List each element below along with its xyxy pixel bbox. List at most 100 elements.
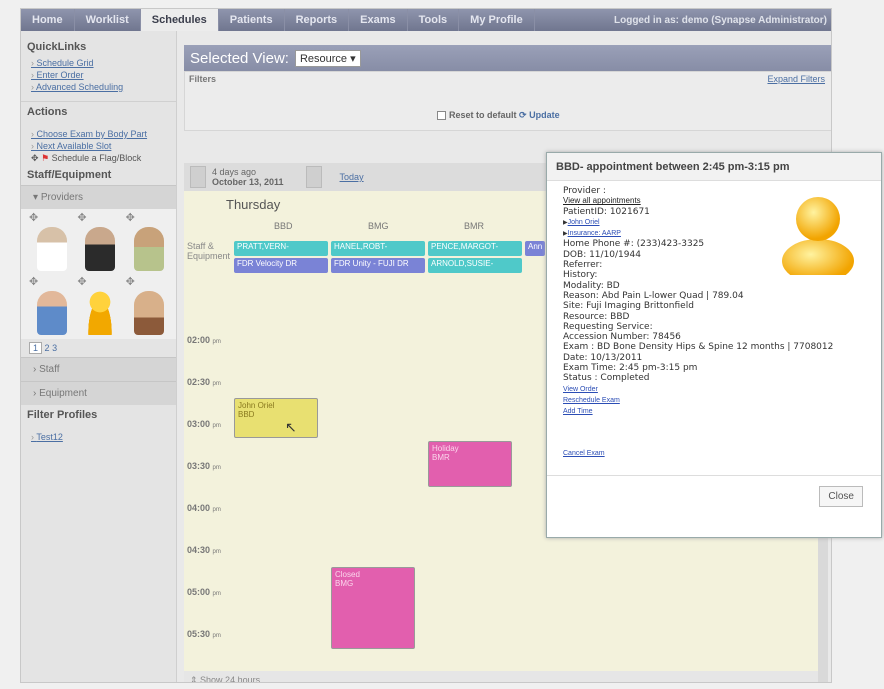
tab-reports[interactable]: Reports (285, 9, 350, 31)
time-suffix: pm (212, 633, 221, 639)
time-label: 02:30 pm (187, 377, 221, 387)
provider-photos: ✥ ✥ ✥ ✥ ✥ ✥ (21, 209, 176, 339)
appointment-name: Holiday (432, 444, 459, 453)
staff-chip[interactable]: PENCE,MARGOT- (428, 241, 522, 256)
insurance-link[interactable]: Insurance: AARP (568, 230, 621, 237)
staff-section[interactable]: › Staff (21, 357, 176, 381)
today-link[interactable]: Today (340, 172, 364, 182)
login-status: Logged in as: demo (Synapse Administrato… (614, 14, 827, 26)
tab-tools[interactable]: Tools (408, 9, 460, 31)
staff-chip[interactable]: PRATT,VERN- (234, 241, 328, 256)
detail-line: Site: Fuji Imaging Brittonfield (563, 301, 694, 312)
equipment-section[interactable]: › Equipment (21, 381, 176, 405)
actions-heading: Actions (21, 101, 176, 122)
drag-handle-icon[interactable]: ✥ (126, 211, 135, 224)
user-icon (782, 197, 854, 275)
move-icon: ✥ (31, 153, 39, 163)
update-button[interactable]: ⟳ Update (519, 110, 560, 120)
drag-handle-icon[interactable]: ✥ (29, 275, 38, 288)
tab-my-profile[interactable]: My Profile (459, 9, 535, 31)
time-label: 03:00 pm (187, 419, 221, 429)
staff-chip[interactable]: HANEL,ROBT- (331, 241, 425, 256)
choose-exam-link[interactable]: Choose Exam by Body Part (21, 128, 176, 140)
show-24-label: Show 24 hours... (200, 675, 268, 683)
advanced-scheduling-link[interactable]: Advanced Scheduling (21, 81, 176, 93)
avatar (85, 227, 116, 271)
schedule-grid-link[interactable]: Schedule Grid (21, 57, 176, 69)
patient-link[interactable]: John Oriel (568, 219, 600, 226)
time-label: 02:00 pm (187, 335, 221, 345)
page-2[interactable]: 2 (45, 343, 50, 353)
tab-schedules[interactable]: Schedules (140, 9, 219, 31)
time-text: 04:30 (187, 545, 211, 555)
next-day-button[interactable] (305, 166, 322, 188)
detail-line: Modality: BD (563, 280, 620, 291)
tab-worklist[interactable]: Worklist (75, 9, 141, 31)
time-label: 05:00 pm (187, 587, 221, 597)
show-24-hours[interactable]: ⇕ Show 24 hours... (184, 671, 818, 683)
sidebar: QuickLinks Schedule Grid Enter Order Adv… (21, 31, 177, 682)
view-all-appointments-link[interactable]: View all appointments (563, 196, 641, 205)
detail-line: Reason: Abd Pain L-lower Quad | 789.04 (563, 290, 744, 301)
avatar (133, 227, 164, 271)
appointment-block[interactable]: Holiday BMR (428, 441, 512, 487)
time-suffix: pm (212, 465, 221, 471)
avatar (37, 227, 67, 271)
filter-profiles-heading: Filter Profiles (27, 409, 98, 421)
provider-photo[interactable]: ✥ (124, 211, 170, 273)
staff-chip[interactable]: Ann (525, 241, 545, 256)
time-suffix: pm (212, 591, 221, 597)
drag-handle-icon[interactable]: ✥ (29, 211, 38, 224)
filter-profile-link[interactable]: Test12 (21, 431, 176, 443)
enter-order-link[interactable]: Enter Order (21, 69, 176, 81)
drag-handle-icon[interactable]: ✥ (77, 211, 86, 224)
add-time-link[interactable]: Add Time (563, 408, 593, 415)
prev-date[interactable]: 4 days ago October 13, 2011 (212, 167, 284, 187)
tab-patients[interactable]: Patients (219, 9, 285, 31)
drag-handle-icon[interactable]: ✥ (126, 275, 135, 288)
providers-section[interactable]: ▾ Providers (21, 185, 176, 209)
chevron-down-icon: ▾ (350, 52, 356, 65)
filters-label: Filters (189, 74, 217, 84)
cancel-exam-link[interactable]: Cancel Exam (563, 450, 605, 457)
quicklinks-heading: QuickLinks (27, 41, 87, 53)
provider-photo[interactable]: ✥ (27, 275, 73, 337)
expand-filters-link[interactable]: Expand Filters (767, 74, 825, 84)
time-label: 04:00 pm (187, 503, 221, 513)
cursor-icon: ↖ (285, 419, 297, 435)
reschedule-exam-link[interactable]: Reschedule Exam (563, 397, 620, 404)
flag-block-label: Schedule a Flag/Block (51, 153, 142, 163)
appointment-block[interactable]: Closed BMG (331, 567, 415, 649)
detail-line: Exam : BD Bone Density Hips & Spine 12 m… (563, 342, 834, 353)
provider-photo[interactable]: ✥ (124, 275, 170, 337)
provider-photo[interactable]: ✥ (75, 211, 121, 273)
equipment-chip[interactable]: FDR Velocity DR (234, 258, 328, 273)
column-header-bmg: BMG (368, 221, 389, 231)
prev-day-button[interactable] (190, 166, 206, 188)
tab-home[interactable]: Home (21, 9, 75, 31)
appointment-block[interactable]: John Oriel BBD ↖ (234, 398, 318, 438)
provider-photo[interactable]: ✥ (27, 211, 73, 273)
time-text: 04:00 (187, 503, 211, 513)
detail-line: Accession Number: 78456 (563, 332, 681, 343)
view-select[interactable]: Resource ▾ (294, 49, 361, 67)
reset-checkbox[interactable] (437, 111, 446, 121)
flag-block-action[interactable]: ✥ ⚑ Schedule a Flag/Block (21, 152, 176, 165)
equipment-label: Equipment (39, 388, 87, 399)
equipment-chip[interactable]: FDR Unity - FUJI DR (331, 258, 425, 273)
next-slot-link[interactable]: Next Available Slot (21, 140, 176, 152)
tab-exams[interactable]: Exams (349, 9, 408, 31)
page-1[interactable]: 1 (29, 342, 43, 354)
column-header-bbd: BBD (274, 221, 293, 231)
column-header-bmr: BMR (464, 221, 484, 231)
detail-line: Requesting Service: (563, 321, 653, 332)
provider-photo[interactable]: ✥ (75, 275, 121, 337)
drag-handle-icon[interactable]: ✥ (77, 275, 86, 288)
close-button[interactable]: Close (819, 486, 863, 507)
page-3[interactable]: 3 (52, 343, 57, 353)
view-order-link[interactable]: View Order (563, 386, 598, 393)
avatar (37, 291, 67, 335)
provider-pager: 1 2 3 (21, 339, 176, 357)
detail-line: Date: 10/13/2011 (563, 352, 643, 363)
staff-chip[interactable]: ARNOLD,SUSIE- (428, 258, 522, 273)
